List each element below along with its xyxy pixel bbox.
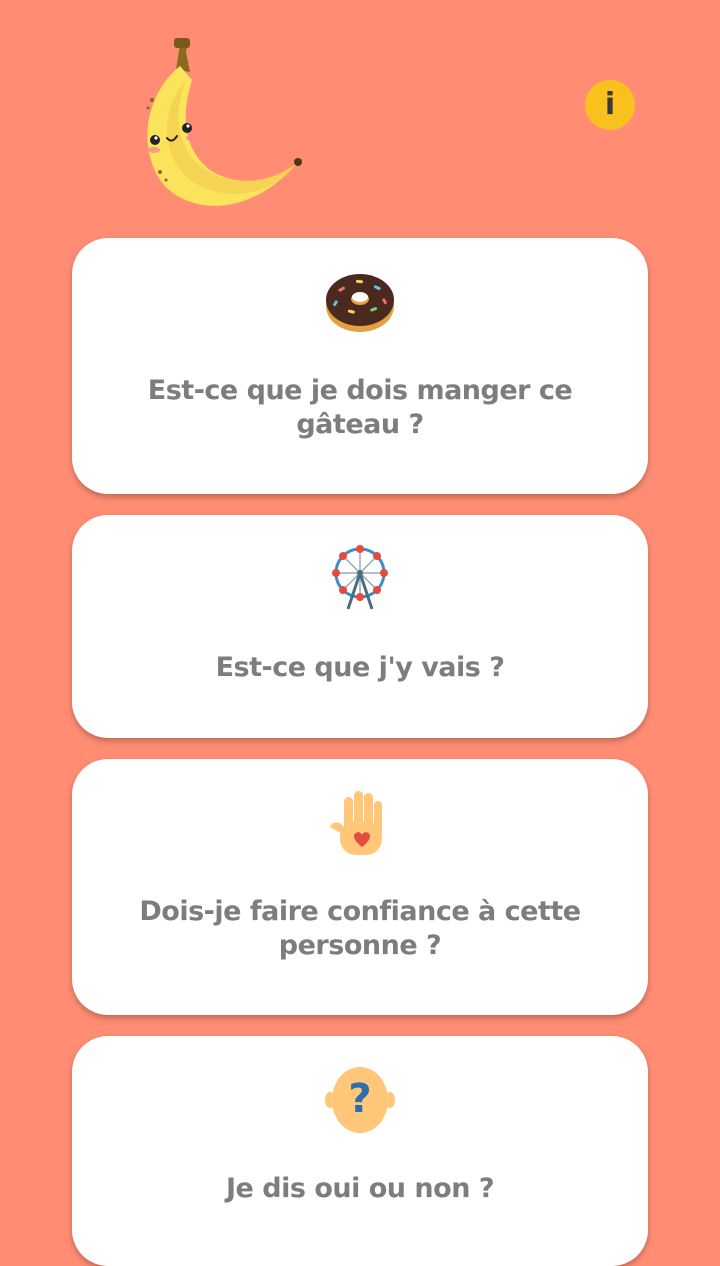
question-face-icon: ? <box>325 1067 395 1133</box>
card-label: Est-ce que j'y vais ? <box>215 652 505 683</box>
card-cake-question[interactable]: Est-ce que je dois manger ce gâteau ? <box>72 238 648 494</box>
banana-mascot <box>146 38 302 206</box>
info-button[interactable]: i <box>585 80 635 130</box>
card-label: Je dis oui ou non ? <box>226 1173 494 1204</box>
card-go-question[interactable]: Est-ce que j'y vais ? <box>72 515 648 738</box>
card-trust-question[interactable]: Dois-je faire confiance à cette personne… <box>72 759 648 1015</box>
card-yes-no-question[interactable]: ? Je dis oui ou non ? <box>72 1036 648 1266</box>
hand-heart-icon <box>330 791 382 855</box>
donut-icon <box>326 274 394 332</box>
header: i <box>0 0 720 230</box>
svg-text:?: ? <box>348 1076 371 1122</box>
card-label: Est-ce que je dois manger ce gâteau ? <box>147 375 573 440</box>
card-label: Dois-je faire confiance à cette personne… <box>139 896 581 961</box>
info-icon: i <box>604 87 616 122</box>
ferris-wheel-icon <box>332 545 388 610</box>
